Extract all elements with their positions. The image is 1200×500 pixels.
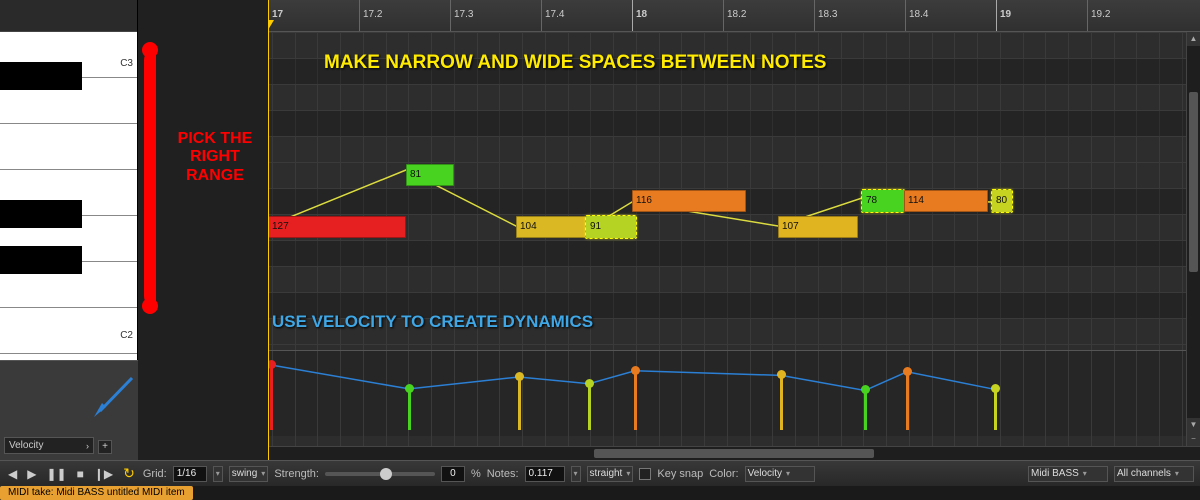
midi-note[interactable]: 104 <box>516 216 586 238</box>
ruler-mark[interactable]: 18.3 <box>814 0 837 31</box>
ruler-mark[interactable]: 17.3 <box>450 0 473 31</box>
strength-value-input[interactable] <box>441 466 465 482</box>
grid-label: Grid: <box>143 468 167 480</box>
ruler-mark[interactable]: 17.2 <box>359 0 382 31</box>
track-select[interactable]: Midi BASS▾ <box>1028 466 1108 482</box>
ruler-spacer <box>0 0 137 32</box>
color-label: Color: <box>709 468 738 480</box>
chevron-down-icon: ▾ <box>1083 469 1087 478</box>
strength-label: Strength: <box>274 468 319 480</box>
strength-slider[interactable] <box>325 472 435 476</box>
chevron-down-icon: ▾ <box>216 469 220 478</box>
piano-keyboard[interactable]: C3 C2 <box>0 0 138 360</box>
velocity-bar[interactable] <box>780 374 783 430</box>
chevron-down-icon: ▾ <box>1175 469 1179 478</box>
velocity-bar[interactable] <box>906 371 909 430</box>
chevron-down-icon: ▾ <box>574 469 578 478</box>
add-cc-lane-button[interactable]: + <box>98 440 112 454</box>
range-bracket-icon <box>144 48 164 308</box>
velocity-lane[interactable] <box>268 350 1200 436</box>
velocity-bar[interactable] <box>408 388 411 430</box>
midi-note[interactable]: 78 <box>862 190 904 212</box>
chevron-down-icon: ▾ <box>261 469 265 478</box>
keysnap-checkbox[interactable] <box>639 468 651 480</box>
status-take: MIDI take: Midi BASS untitled MIDI item <box>0 486 193 500</box>
keysnap-label: Key snap <box>657 468 703 480</box>
velocity-bar[interactable] <box>864 389 867 430</box>
rewind-button[interactable]: ◀ <box>6 467 19 481</box>
midi-note[interactable]: 80 <box>992 190 1012 212</box>
notes-mode-select[interactable]: straight▾ <box>587 466 634 482</box>
velocity-bar[interactable] <box>634 370 637 430</box>
chevron-right-icon: › <box>86 441 89 451</box>
notes-value-input[interactable] <box>525 466 565 482</box>
cc-lane-selector[interactable]: Velocity › <box>4 437 94 454</box>
notes-unit-select[interactable]: ▾ <box>571 466 581 482</box>
transport-toolbar: ◀ ▶ ❚❚ ■ ❙▶ ↻ Grid: ▾ swing▾ Strength: %… <box>0 460 1200 486</box>
ruler-mark[interactable]: 18.4 <box>905 0 928 31</box>
chevron-down-icon: ▾ <box>786 469 790 478</box>
loop-button[interactable]: ↻ <box>121 465 137 482</box>
annotation-spacing: MAKE NARROW AND WIDE SPACES BETWEEN NOTE… <box>324 52 826 74</box>
velocity-bar[interactable] <box>270 364 273 430</box>
midi-note[interactable]: 127 <box>268 216 406 238</box>
key-label-c3: C3 <box>120 58 133 69</box>
step-button[interactable]: ❙▶ <box>92 467 115 481</box>
status-bar: MIDI take: Midi BASS untitled MIDI item <box>0 486 1200 500</box>
annotation-column: PICK THE RIGHT RANGE <box>138 0 268 460</box>
hscroll-thumb[interactable] <box>594 449 874 458</box>
grid-value-input[interactable] <box>173 466 207 482</box>
midi-note[interactable]: 114 <box>904 190 988 212</box>
ruler-mark[interactable]: 17.4 <box>541 0 564 31</box>
midi-note[interactable]: 107 <box>778 216 858 238</box>
channel-select[interactable]: All channels▾ <box>1114 466 1194 482</box>
grid-mode-select[interactable]: swing▾ <box>229 466 269 482</box>
timeline-ruler[interactable]: 16.41717.217.317.41818.218.318.41919.2 <box>268 0 1200 32</box>
midi-note[interactable]: 91 <box>586 216 636 238</box>
ruler-mark[interactable]: 18.2 <box>723 0 746 31</box>
notes-label: Notes: <box>487 468 519 480</box>
pause-button[interactable]: ❚❚ <box>44 467 68 481</box>
midi-note[interactable]: 116 <box>632 190 746 212</box>
key-label-c2: C2 <box>120 330 133 341</box>
midi-note[interactable]: 81 <box>406 164 454 186</box>
chevron-down-icon: ▾ <box>626 469 630 478</box>
velocity-bar[interactable] <box>588 383 591 430</box>
velocity-bar[interactable] <box>518 376 521 430</box>
ruler-mark[interactable]: 19 <box>996 0 1011 31</box>
annotation-velocity: USE VELOCITY TO CREATE DYNAMICS <box>272 312 593 332</box>
midi-grid[interactable]: 16.41717.217.317.41818.218.318.41919.2 1… <box>268 0 1200 460</box>
slider-thumb[interactable] <box>380 468 392 480</box>
playhead[interactable] <box>268 0 269 460</box>
annotation-pick-range: PICK THE RIGHT RANGE <box>168 130 262 185</box>
cc-lane-header: Velocity › + <box>0 360 138 460</box>
percent-label: % <box>471 468 481 480</box>
velocity-bar[interactable] <box>994 388 997 430</box>
ruler-mark[interactable]: 18 <box>632 0 647 31</box>
stop-button[interactable]: ■ <box>75 467 86 481</box>
ruler-mark[interactable]: 19.2 <box>1087 0 1110 31</box>
horizontal-scrollbar[interactable] <box>268 446 1200 460</box>
cc-lane-label: Velocity <box>9 440 43 451</box>
play-button[interactable]: ▶ <box>25 467 38 481</box>
grid-unit-select[interactable]: ▾ <box>213 466 223 482</box>
color-select[interactable]: Velocity▾ <box>745 466 815 482</box>
